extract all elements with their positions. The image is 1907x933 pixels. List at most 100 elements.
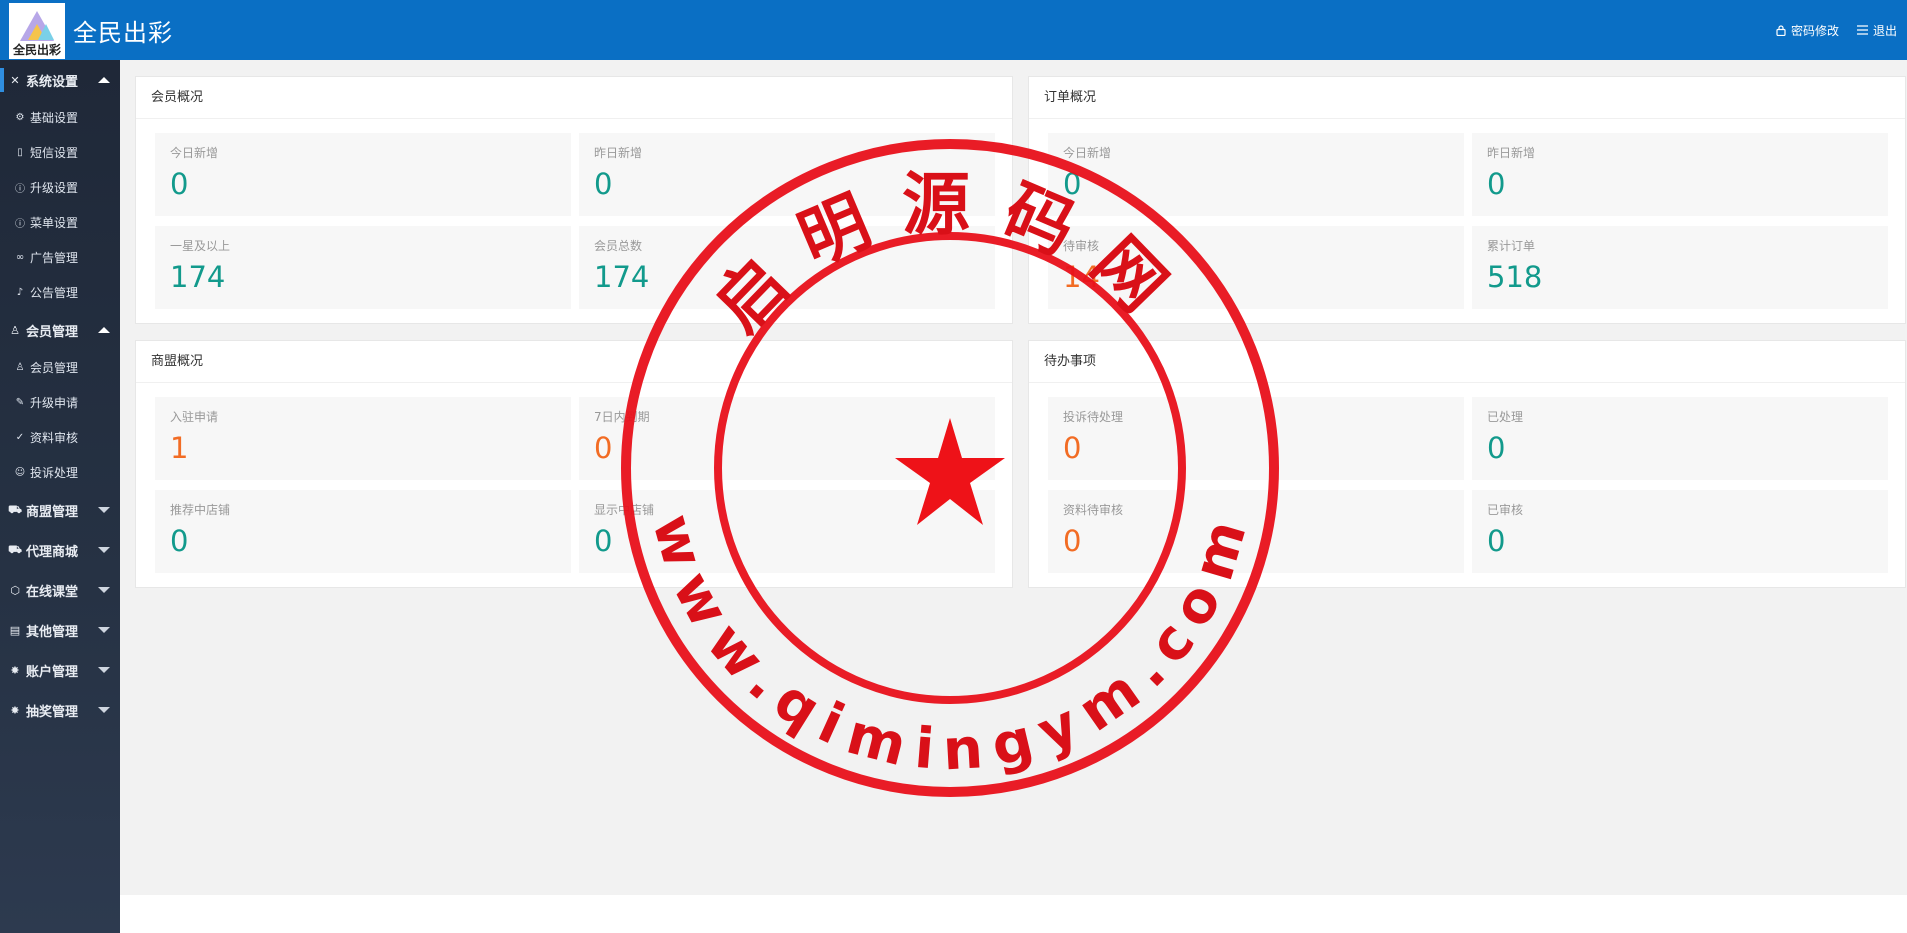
info-circle-icon: ⓘ: [15, 184, 25, 195]
sidebar-group-label: 代理商城: [26, 544, 79, 560]
panel-title: 待办事项: [1029, 341, 1905, 383]
stat-value: 0: [1487, 431, 1506, 465]
stat-label: 昨日新增: [1487, 146, 1536, 160]
sidebar-item-label: 升级申请: [30, 396, 79, 410]
stat-value: 174: [594, 260, 650, 294]
stat-value: 0: [594, 431, 613, 465]
sidebar-item-basic-settings[interactable]: ⚙ 基础设置: [0, 100, 120, 135]
sidebar-group-member-management[interactable]: ♙ 会员管理: [0, 310, 120, 350]
order-overview-panel: 订单概况 今日新增 0 昨日新增 0 待审核 14 累计订单 518: [1028, 76, 1906, 324]
sidebar-item-menu-settings[interactable]: ⓘ 菜单设置: [0, 205, 120, 240]
sidebar-group-label: 抽奖管理: [26, 704, 79, 720]
sidebar-group-label: 其他管理: [26, 624, 79, 640]
sidebar-item-members[interactable]: ♙ 会员管理: [0, 350, 120, 385]
caret-up-icon: [98, 327, 110, 333]
todo-panel: 待办事项 投诉待处理 0 已处理 0 资料待审核 0 已审核 0: [1028, 340, 1906, 588]
shield-check-icon: ✓: [15, 432, 25, 443]
stat-value: 0: [170, 167, 189, 201]
sidebar-item-upgrade-requests[interactable]: ✎ 升级申请: [0, 385, 120, 420]
logo-triangle-icon: [20, 11, 54, 41]
member-overview-panel: 会员概况 今日新增 0 昨日新增 0 一星及以上 174 会员总数 174: [135, 76, 1013, 324]
change-password-link[interactable]: 密码修改: [1776, 22, 1839, 39]
caret-down-icon: [98, 627, 110, 633]
stat-card[interactable]: 待审核 14: [1048, 226, 1464, 309]
document-icon: ▤: [9, 623, 21, 637]
footer: [120, 895, 1907, 933]
stat-value: 0: [1487, 524, 1506, 558]
lock-icon: [1776, 24, 1786, 36]
stat-label: 昨日新增: [594, 146, 643, 160]
stat-value: 0: [1063, 167, 1082, 201]
sidebar-group-alliance[interactable]: ⛟ 商盟管理: [0, 490, 120, 530]
stat-card[interactable]: 昨日新增 0: [579, 133, 995, 216]
sidebar-item-profile-review[interactable]: ✓ 资料审核: [0, 420, 120, 455]
stat-value: 14: [1063, 260, 1100, 294]
stat-value: 0: [1063, 524, 1082, 558]
stat-card[interactable]: 今日新增 0: [1048, 133, 1464, 216]
sidebar-group-system-settings[interactable]: ✕ 系统设置: [0, 60, 120, 100]
alliance-overview-panel: 商盟概况 入驻申请 1 7日内到期 0 推荐中店铺 0 显示中店铺 0: [135, 340, 1013, 588]
stat-card[interactable]: 资料待审核 0: [1048, 490, 1464, 573]
sidebar-group-label: 在线课堂: [26, 584, 79, 600]
change-password-label: 密码修改: [1790, 23, 1839, 38]
sidebar-group-lottery[interactable]: ✸ 抽奖管理: [0, 690, 120, 730]
stat-card[interactable]: 今日新增 0: [155, 133, 571, 216]
stat-label: 今日新增: [1063, 146, 1112, 160]
sidebar-item-complaints[interactable]: ☺ 投诉处理: [0, 455, 120, 490]
stat-card[interactable]: 昨日新增 0: [1472, 133, 1888, 216]
sidebar-group-agent-mall[interactable]: ⛟ 代理商城: [0, 530, 120, 570]
sidebar-group-other[interactable]: ▤ 其他管理: [0, 610, 120, 650]
stat-value: 0: [594, 167, 613, 201]
stat-card[interactable]: 推荐中店铺 0: [155, 490, 571, 573]
stat-label: 推荐中店铺: [170, 503, 231, 517]
caret-up-icon: [98, 77, 110, 83]
stat-label: 今日新增: [170, 146, 219, 160]
edit-icon: ✎: [15, 397, 25, 408]
panel-title: 订单概况: [1029, 77, 1905, 119]
sidebar-item-label: 基础设置: [30, 111, 79, 125]
menu-lines-icon: [1856, 25, 1868, 35]
stat-card[interactable]: 入驻申请 1: [155, 397, 571, 480]
stat-value: 0: [1063, 431, 1082, 465]
top-header: 全民出彩 全民出彩 密码修改 退出: [0, 0, 1907, 60]
sidebar-group-online-class[interactable]: ⬡ 在线课堂: [0, 570, 120, 610]
stat-label: 投诉待处理: [1063, 410, 1124, 424]
sidebar-group-label: 系统设置: [26, 74, 79, 90]
stat-card[interactable]: 显示中店铺 0: [579, 490, 995, 573]
sidebar-item-label: 广告管理: [30, 251, 79, 265]
stat-card[interactable]: 一星及以上 174: [155, 226, 571, 309]
sidebar-group-account[interactable]: ✸ 账户管理: [0, 650, 120, 690]
caret-down-icon: [98, 707, 110, 713]
stat-card[interactable]: 累计订单 518: [1472, 226, 1888, 309]
stat-card[interactable]: 已审核 0: [1472, 490, 1888, 573]
sidebar-group-label: 账户管理: [26, 664, 79, 680]
app-logo[interactable]: 全民出彩: [9, 3, 65, 59]
user-icon: ♙: [15, 362, 25, 373]
stat-card[interactable]: 7日内到期 0: [579, 397, 995, 480]
sidebar-item-label: 会员管理: [30, 361, 79, 375]
stat-label: 7日内到期: [594, 410, 650, 424]
stat-label: 已审核: [1487, 503, 1524, 517]
logout-link[interactable]: 退出: [1856, 22, 1897, 39]
sidebar-item-notice-management[interactable]: ♪ 公告管理: [0, 275, 120, 310]
user-icon: ♙: [10, 323, 20, 337]
cart-icon: ⛟: [8, 542, 22, 556]
link-icon: ∞: [15, 252, 25, 263]
stat-card[interactable]: 会员总数 174: [579, 226, 995, 309]
panel-title: 商盟概况: [136, 341, 1012, 383]
stat-label: 资料待审核: [1063, 503, 1124, 517]
stat-card[interactable]: 已处理 0: [1472, 397, 1888, 480]
stat-label: 入驻申请: [170, 410, 219, 424]
sidebar-item-upgrade-settings[interactable]: ⓘ 升级设置: [0, 170, 120, 205]
caret-down-icon: [98, 547, 110, 553]
gear-icon: ⚙: [15, 112, 25, 123]
sidebar-item-ad-management[interactable]: ∞ 广告管理: [0, 240, 120, 275]
sidebar-item-sms-settings[interactable]: ▯ 短信设置: [0, 135, 120, 170]
stat-card[interactable]: 投诉待处理 0: [1048, 397, 1464, 480]
caret-down-icon: [98, 507, 110, 513]
sidebar-item-label: 升级设置: [30, 181, 79, 195]
stat-value: 0: [594, 524, 613, 558]
panel-title: 会员概况: [136, 77, 1012, 119]
stat-label: 一星及以上: [170, 239, 231, 253]
stat-label: 待审核: [1063, 239, 1100, 253]
